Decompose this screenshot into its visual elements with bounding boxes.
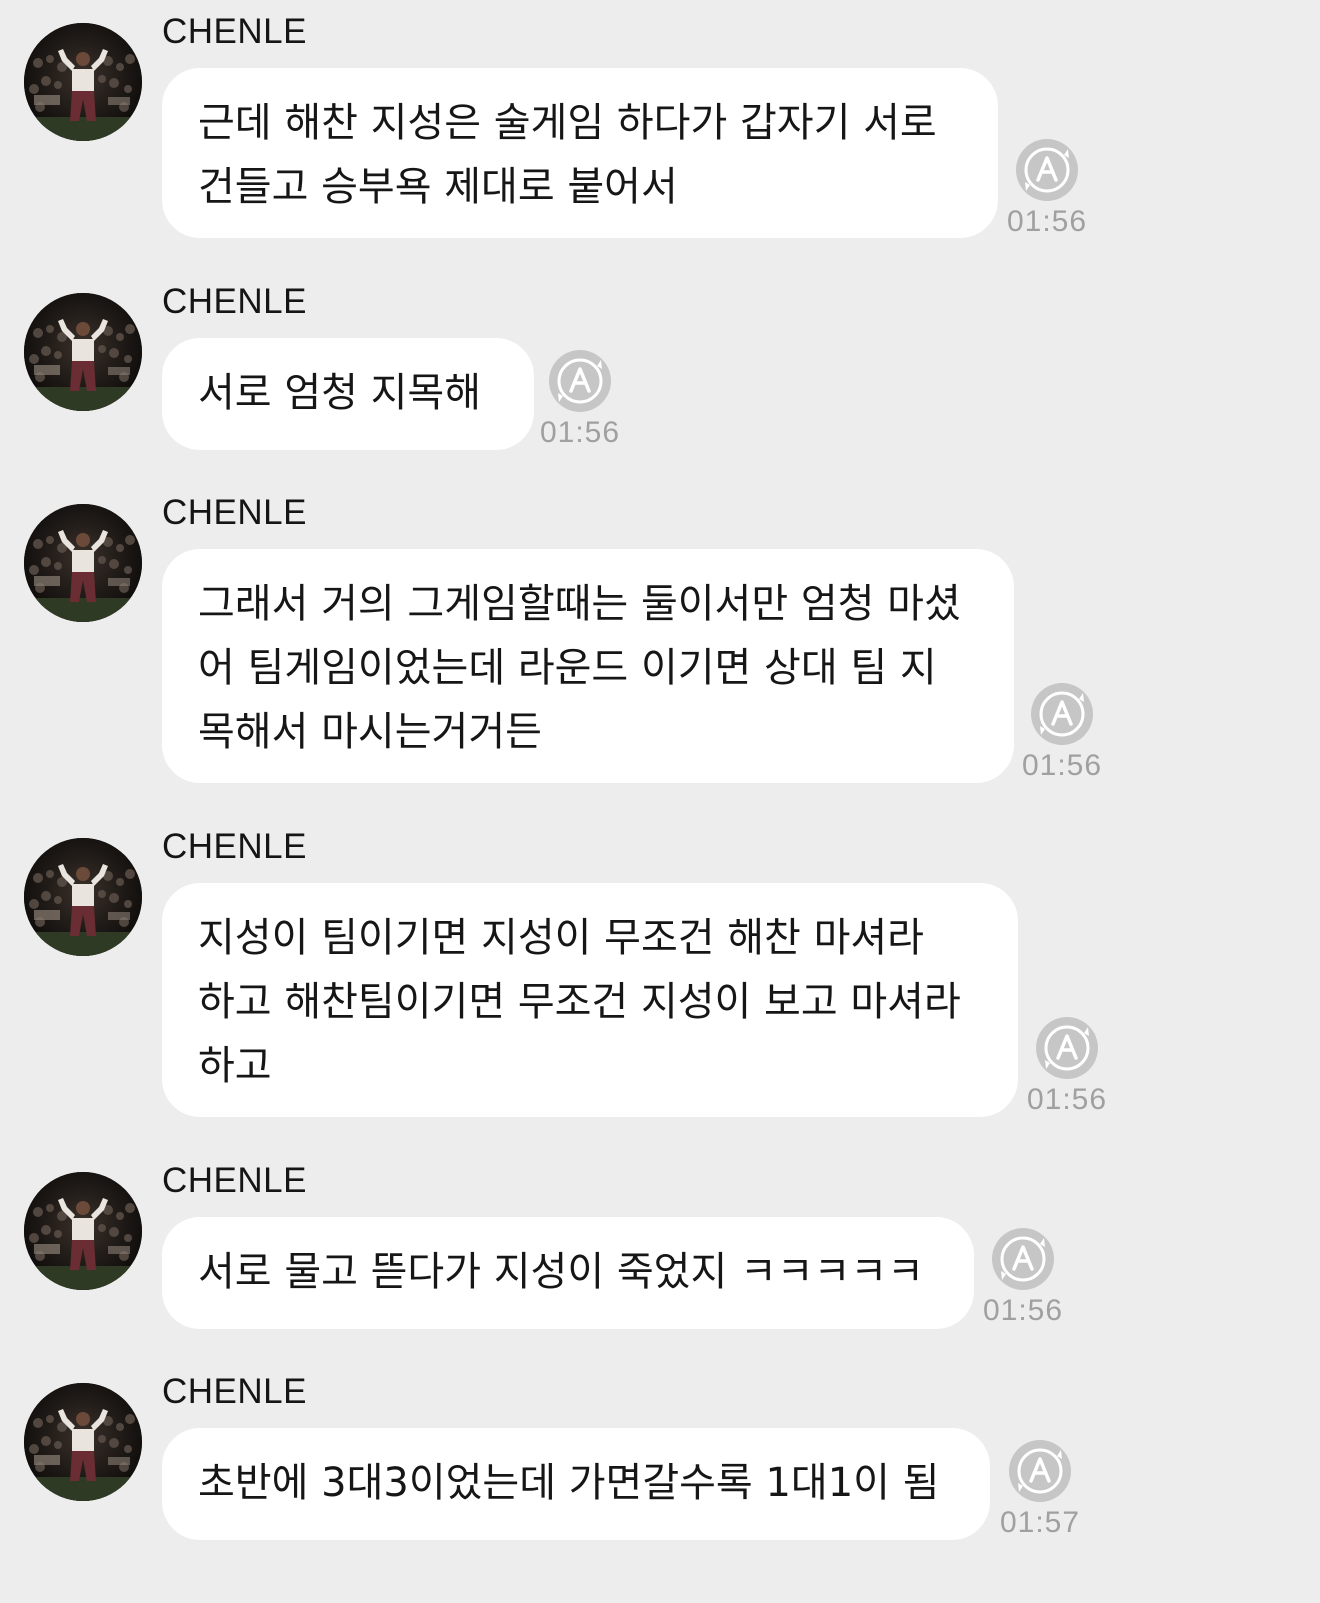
message-time: 01:56 — [539, 416, 621, 449]
avatar[interactable] — [24, 293, 142, 411]
avatar[interactable] — [24, 23, 142, 141]
translate-icon[interactable] — [1034, 1015, 1100, 1081]
sender-name: CHENLE — [162, 493, 307, 532]
sender-name: CHENLE — [162, 282, 307, 321]
message-time: 01:56 — [1026, 1083, 1108, 1116]
message-meta: 01:56 — [1017, 681, 1107, 783]
message-row: CHENLE 그래서 거의 그게임할때는 둘이서만 엄청 마셨 어 팀게임이었는… — [0, 481, 1320, 801]
translate-icon[interactable] — [1029, 681, 1095, 747]
chat-log: CHENLE 근데 해찬 지성은 술게임 하다가 갑자기 서로 건들고 승부욕 … — [0, 0, 1320, 1603]
message-meta: 01:56 — [978, 1226, 1068, 1328]
avatar[interactable] — [24, 1172, 142, 1290]
message-bubble[interactable]: 지성이 팀이기면 지성이 무조건 해찬 마셔라 하고 해찬팀이기면 무조건 지성… — [162, 883, 1018, 1117]
message-row: CHENLE 근데 해찬 지성은 술게임 하다가 갑자기 서로 건들고 승부욕 … — [0, 0, 1320, 250]
message-meta: 01:56 — [1022, 1015, 1112, 1117]
message-time: 01:56 — [982, 1294, 1064, 1327]
sender-name: CHENLE — [162, 1372, 307, 1411]
message-time: 01:57 — [999, 1506, 1081, 1539]
message-row: CHENLE 지성이 팀이기면 지성이 무조건 해찬 마셔라 하고 해찬팀이기면… — [0, 815, 1320, 1135]
avatar[interactable] — [24, 1383, 142, 1501]
message-meta: 01:56 — [1002, 137, 1092, 239]
sender-name: CHENLE — [162, 1161, 307, 1200]
message-bubble[interactable]: 그래서 거의 그게임할때는 둘이서만 엄청 마셨 어 팀게임이었는데 라운드 이… — [162, 549, 1014, 783]
message-meta: 01:57 — [995, 1438, 1085, 1540]
message-bubble[interactable]: 초반에 3대3이었는데 가면갈수록 1대1이 됨 — [162, 1428, 990, 1540]
avatar[interactable] — [24, 504, 142, 622]
message-bubble[interactable]: 근데 해찬 지성은 술게임 하다가 갑자기 서로 건들고 승부욕 제대로 붙어서 — [162, 68, 998, 238]
message-time: 01:56 — [1006, 205, 1088, 238]
sender-name: CHENLE — [162, 827, 307, 866]
translate-icon[interactable] — [1007, 1438, 1073, 1504]
translate-icon[interactable] — [990, 1226, 1056, 1292]
message-meta: 01:56 — [535, 348, 625, 450]
avatar[interactable] — [24, 838, 142, 956]
message-bubble[interactable]: 서로 엄청 지목해 — [162, 338, 534, 450]
translate-icon[interactable] — [547, 348, 613, 414]
sender-name: CHENLE — [162, 12, 307, 51]
message-bubble[interactable]: 서로 물고 뜯다가 지성이 죽었지 ㅋㅋㅋㅋㅋ — [162, 1217, 974, 1329]
message-row: CHENLE 초반에 3대3이었는데 가면갈수록 1대1이 됨 01:57 — [0, 1360, 1320, 1590]
message-time: 01:56 — [1021, 749, 1103, 782]
translate-icon[interactable] — [1014, 137, 1080, 203]
message-row: CHENLE 서로 엄청 지목해 01:56 — [0, 270, 1320, 460]
message-row: CHENLE 서로 물고 뜯다가 지성이 죽었지 ㅋㅋㅋㅋㅋ 01:56 — [0, 1149, 1320, 1349]
